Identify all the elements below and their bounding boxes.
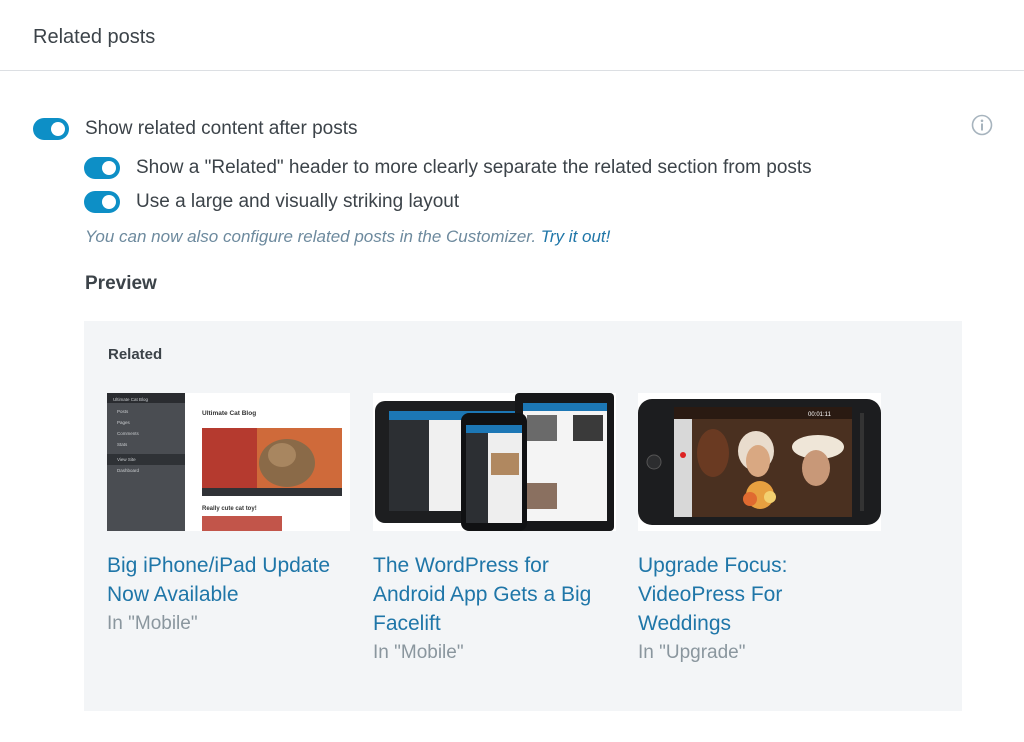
android-devices-thumbnail[interactable] [373, 393, 616, 531]
toggle-knob [102, 161, 116, 175]
sidebar-item-dashboard: Dashboard [117, 468, 140, 473]
info-icon[interactable] [971, 114, 993, 136]
customizer-note-text: You can now also configure related posts… [85, 227, 541, 246]
large-layout-label: Use a large and visually striking layout [136, 191, 460, 212]
video-timestamp: 00:01:11 [808, 412, 832, 418]
related-header-label: Show a "Related" header to more clearly … [136, 157, 812, 178]
card-category: In "Mobile" [107, 613, 198, 634]
page-title: Related posts [33, 26, 156, 48]
toggle-knob [102, 195, 116, 209]
related-post-card[interactable]: 00:01:11 Upgrade Focus: VideoPress For W… [638, 393, 881, 667]
related-content-toggle[interactable] [33, 118, 69, 140]
try-it-out-link[interactable]: Try it out! [541, 227, 611, 246]
sidebar-item-view-site: View Site [117, 457, 136, 462]
related-header-toggle[interactable] [84, 157, 120, 179]
card-category: In "Mobile" [373, 642, 464, 663]
sidebar-item-posts: Posts [117, 409, 129, 414]
related-header: Related [108, 346, 163, 363]
preview-panel: Related Ultimate Cat Blog Posts Pages Co… [84, 321, 962, 711]
wordpress-dashboard-thumbnail[interactable]: Ultimate Cat Blog Posts Pages Comments S… [107, 393, 350, 531]
related-content-label: Show related content after posts [85, 118, 358, 139]
sidebar-item-stats: Stats [117, 442, 128, 447]
sidebar-item-pages: Pages [117, 420, 131, 425]
page-header: Related posts [0, 0, 1024, 71]
sidebar-item-blog: Ultimate Cat Blog [113, 397, 149, 402]
card-title[interactable]: Upgrade Focus: VideoPress For Weddings [638, 551, 881, 638]
related-post-card[interactable]: The WordPress for Android App Gets a Big… [373, 393, 616, 667]
thumb-post-title: Really cute cat toy! [202, 506, 257, 512]
card-title[interactable]: Big iPhone/iPad Update Now Available [107, 551, 350, 609]
card-title[interactable]: The WordPress for Android App Gets a Big… [373, 551, 616, 638]
toggle-knob [51, 122, 65, 136]
large-layout-toggle[interactable] [84, 191, 120, 213]
sidebar-item-comments: Comments [117, 431, 140, 436]
thumb-blog-title: Ultimate Cat Blog [202, 410, 256, 417]
card-category: In "Upgrade" [638, 642, 746, 663]
related-post-card[interactable]: Ultimate Cat Blog Posts Pages Comments S… [107, 393, 350, 638]
iphone-video-thumbnail[interactable]: 00:01:11 [638, 393, 881, 531]
preview-heading: Preview [85, 273, 157, 294]
customizer-note: You can now also configure related posts… [85, 227, 610, 247]
